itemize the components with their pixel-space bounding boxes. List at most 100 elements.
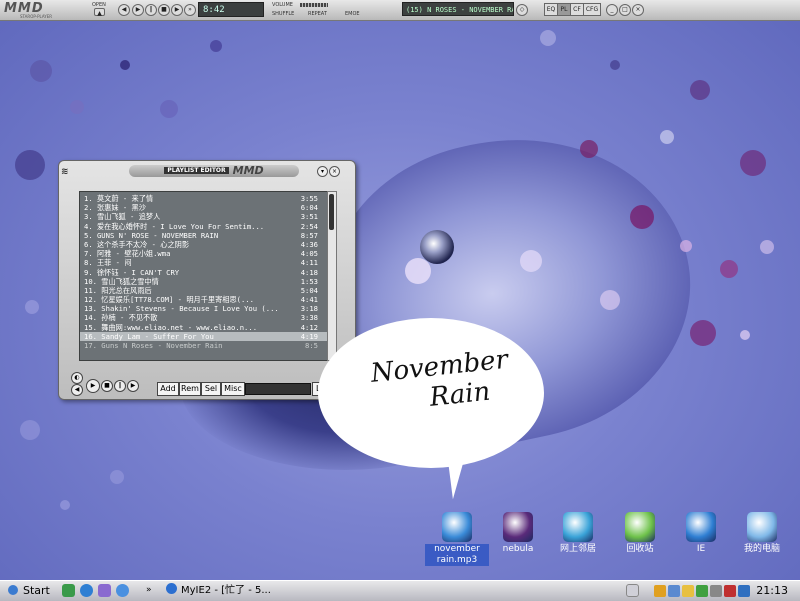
close-icon[interactable]: × xyxy=(632,4,644,16)
playlist-track-row[interactable]: 2. 张惠妹 - 黑沙 6:04 xyxy=(80,203,328,212)
playlist-next-button[interactable]: ▶ xyxy=(127,380,139,392)
track-duration: 3:51 xyxy=(300,212,318,222)
playlist-track-row[interactable]: 15. 舞曲网:www.eliao.net - www.eliao.n... 4:… xyxy=(80,323,328,332)
marquee-scroll-icon[interactable]: ◇ xyxy=(516,4,528,16)
playlist-stop-button[interactable]: ■ xyxy=(101,380,113,392)
desktop-icon-my-computer[interactable]: 我的电脑 xyxy=(730,512,794,555)
track-duration: 3:38 xyxy=(300,313,318,323)
desktop-icon-label: 网上邻居 xyxy=(559,544,596,554)
misc-button[interactable]: Misc xyxy=(221,382,245,396)
playlist-prev-button[interactable]: ◀ xyxy=(71,384,83,396)
playlist-play-button[interactable]: ▶ xyxy=(86,379,100,393)
playlist-title-tag: PLAYLIST EDITOR xyxy=(164,167,229,174)
eject-button[interactable]: ▲ xyxy=(94,8,105,17)
playlist-track-row[interactable]: 10. 雪山飞狐之雪中情 1:53 xyxy=(80,277,328,286)
playlist-track-row[interactable]: 4. 爱在我心婚怀时 - I Love You For Sentim... 2:5… xyxy=(80,222,328,231)
volume-slider[interactable] xyxy=(300,3,328,7)
playlist-title-bar[interactable]: PLAYLIST EDITOR MMD xyxy=(129,165,299,177)
playlist-track-row[interactable]: 1. 莫文蔚 - 来了情 3:55 xyxy=(80,194,328,203)
repeat-label[interactable]: REPEAT xyxy=(308,11,327,17)
playlist-track-row[interactable]: 12. 忆星娱乐[TT78.COM] - 明月千里寄相思(... 4:41 xyxy=(80,295,328,304)
desktop-icon-mp3-file[interactable]: november rain.mp3 xyxy=(425,512,489,566)
wallpaper-dot xyxy=(160,100,178,118)
add-button[interactable]: Add xyxy=(157,382,179,396)
time-display: 8:42 xyxy=(198,2,264,17)
track-title: 5. GUNS N' ROSE - NOVEMBER RAIN xyxy=(84,230,219,240)
crossfade-button[interactable]: CF xyxy=(570,3,584,16)
windows-logo-icon xyxy=(8,585,18,595)
scrollbar-thumb[interactable] xyxy=(329,194,334,230)
tray-qq-icon[interactable] xyxy=(696,585,708,597)
desktop-icon-network-places[interactable]: 网上邻居 xyxy=(546,512,610,555)
playlist-track-row[interactable]: 7. 阿雅 - 壁花小姐.wma 4:05 xyxy=(80,249,328,258)
config-button[interactable]: CFG xyxy=(583,3,601,16)
desktop-icon-nebula-shortcut[interactable]: nebula xyxy=(486,512,550,555)
track-title: 13. Shakin' Stevens - Because I Love You… xyxy=(84,304,279,314)
wallpaper-dot xyxy=(540,30,556,46)
wallpaper-dot xyxy=(740,150,766,176)
internet-explorer-icon xyxy=(686,512,716,542)
tray-monitor-icon[interactable] xyxy=(738,585,750,597)
taskbar-expand-icon[interactable] xyxy=(626,584,639,597)
desktop-icon-recycle-bin[interactable]: 回收站 xyxy=(608,512,672,555)
playlist-track-row[interactable]: 13. Shakin' Stevens - Because I Love You… xyxy=(80,304,328,313)
wallpaper-dot xyxy=(405,258,431,284)
shuffle-label[interactable]: SHUFFLE xyxy=(272,11,294,17)
playlist-toggle-button[interactable]: PL xyxy=(557,3,571,16)
play-button[interactable]: ▶ xyxy=(132,4,144,16)
quicklaunch-more-icon[interactable]: » xyxy=(146,584,159,597)
select-button[interactable]: Sel xyxy=(201,382,221,396)
track-duration: 4:05 xyxy=(300,249,318,259)
playlist-track-list[interactable]: 1. 莫文蔚 - 来了情 3:55 2. 张惠妹 - 黑沙 6:04 3. 雪山飞狐 -… xyxy=(79,191,329,361)
track-title: 16. Sandy Lam - Suffer For You xyxy=(84,331,214,341)
remove-button[interactable]: Rem xyxy=(179,382,201,396)
wallpaper-dot xyxy=(600,290,620,310)
playlist-shade-icon[interactable]: ▾ xyxy=(317,166,328,177)
eq-toggle-button[interactable]: EQ xyxy=(544,3,558,16)
playlist-menu-icon[interactable]: ◐ xyxy=(71,372,83,384)
pause-button[interactable]: ‖ xyxy=(145,4,157,16)
network-places-icon xyxy=(563,512,593,542)
wallpaper-dot xyxy=(20,420,40,440)
prev-button[interactable]: ◀ xyxy=(118,4,130,16)
media-quicklaunch-icon[interactable] xyxy=(98,584,111,597)
playlist-pause-button[interactable]: ‖ xyxy=(114,380,126,392)
task-label: MyIE2 - [忙了 - 5... xyxy=(181,585,271,596)
playlist-track-row[interactable]: 3. 雪山飞狐 - 追梦人 3:51 xyxy=(80,212,328,221)
tray-shield-icon[interactable] xyxy=(724,585,736,597)
wallpaper-dot xyxy=(15,150,45,180)
playlist-track-row[interactable]: 6. 这个杀手不太冷 - 心之阴影 4:36 xyxy=(80,240,328,249)
shade-icon[interactable]: □ xyxy=(619,4,631,16)
track-duration: 4:12 xyxy=(300,322,318,332)
next-button[interactable]: ▶ xyxy=(171,4,183,16)
show-desktop-icon[interactable] xyxy=(62,584,75,597)
minimize-icon[interactable]: _ xyxy=(606,4,618,16)
player-logo-subtitle: STAROP-PLAYER xyxy=(20,14,53,19)
playlist-track-row[interactable]: 16. Sandy Lam - Suffer For You 4:19 xyxy=(80,331,328,341)
taskbar-clock: 21:13 xyxy=(756,584,788,597)
wallpaper-dot xyxy=(120,60,130,70)
eq-mode-label[interactable]: EMOE xyxy=(345,11,360,17)
playlist-scrollbar[interactable] xyxy=(327,191,337,361)
browser-quicklaunch-icon[interactable] xyxy=(80,584,93,597)
playlist-track-row[interactable]: 8. 王菲 - 闷 4:11 xyxy=(80,258,328,267)
start-button[interactable]: Start xyxy=(2,583,56,599)
tray-folder-icon[interactable] xyxy=(682,585,694,597)
forward-button[interactable]: » xyxy=(184,4,196,16)
desktop-icon-internet-explorer[interactable]: IE xyxy=(669,512,733,555)
playlist-track-row[interactable]: 11. 阳光总在风雨后 5:04 xyxy=(80,286,328,295)
recycle-bin-icon xyxy=(625,512,655,542)
playlist-track-row[interactable]: 5. GUNS N' ROSE - NOVEMBER RAIN 8:57 xyxy=(80,231,328,240)
playlist-track-row[interactable]: 17. Guns N Roses - November Rain 8:5 xyxy=(80,341,328,350)
track-title: 17. Guns N Roses - November Rain xyxy=(84,341,223,350)
tray-network-icon[interactable] xyxy=(668,585,680,597)
wallpaper-fish-eye xyxy=(420,230,454,264)
playlist-track-row[interactable]: 14. 孙楠 - 不见不散 3:38 xyxy=(80,313,328,322)
tray-pen-icon[interactable] xyxy=(654,585,666,597)
stop-button[interactable]: ■ xyxy=(158,4,170,16)
ie-quicklaunch-icon[interactable] xyxy=(116,584,129,597)
playlist-close-icon[interactable]: × xyxy=(329,166,340,177)
playlist-track-row[interactable]: 9. 徐怀钰 - I CAN'T CRY 4:18 xyxy=(80,268,328,277)
taskbar-window-myie2[interactable]: MyIE2 - [忙了 - 5... xyxy=(164,583,284,599)
tray-volume-icon[interactable] xyxy=(710,585,722,597)
